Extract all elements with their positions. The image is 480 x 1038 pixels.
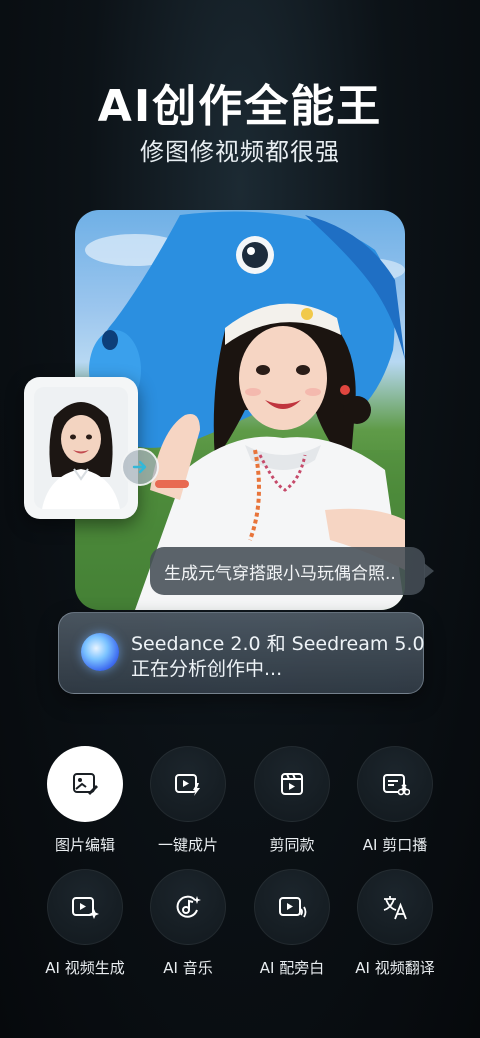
tool-template[interactable]: 剪同款 bbox=[240, 746, 344, 855]
tool-label: 一键成片 bbox=[157, 836, 218, 854]
music-icon[interactable] bbox=[150, 869, 226, 945]
tool-image-edit[interactable]: 图片编辑 bbox=[33, 746, 137, 855]
tool-label: AI 剪口播 bbox=[362, 836, 428, 854]
reference-portrait bbox=[34, 387, 128, 509]
status-progress-text: 正在分析创作中... bbox=[131, 658, 283, 680]
prompt-bubble: 生成元气穿搭跟小马玩偶合照.. bbox=[150, 547, 425, 595]
tool-ai-video-translate[interactable]: AI 视频翻译 bbox=[343, 869, 447, 978]
hero-subtitle: 修图修视频都很强 bbox=[140, 138, 340, 166]
prompt-text: 生成元气穿搭跟小马玩偶合照.. bbox=[164, 563, 396, 584]
generation-status-panel: Seedance 2.0 和 Seedream 5.0 正在分析创作中... bbox=[58, 612, 425, 694]
status-model-text: Seedance 2.0 和 Seedream 5.0 bbox=[131, 633, 425, 655]
image-edit-icon[interactable] bbox=[47, 746, 123, 822]
tool-label: AI 视频翻译 bbox=[355, 959, 435, 977]
video-flash-icon[interactable] bbox=[150, 746, 226, 822]
tool-ai-voiceover[interactable]: AI 配旁白 bbox=[240, 869, 344, 978]
reference-photo-card bbox=[24, 377, 138, 519]
translate-icon[interactable] bbox=[357, 869, 433, 945]
tool-ai-cut[interactable]: AI 剪口播 bbox=[343, 746, 447, 855]
tool-label: AI 音乐 bbox=[163, 959, 213, 977]
tool-one-click-video[interactable]: 一键成片 bbox=[136, 746, 240, 855]
ai-cut-icon[interactable] bbox=[357, 746, 433, 822]
clapperboard-icon[interactable] bbox=[254, 746, 330, 822]
tool-ai-video-gen[interactable]: AI 视频生成 bbox=[33, 869, 137, 978]
tool-label: 剪同款 bbox=[269, 836, 315, 854]
tool-label: 图片编辑 bbox=[54, 836, 115, 854]
tool-label: AI 视频生成 bbox=[45, 959, 125, 977]
tool-ai-music[interactable]: AI 音乐 bbox=[136, 869, 240, 978]
tool-label: AI 配旁白 bbox=[259, 959, 325, 977]
hero-title: AI创作全能王 bbox=[97, 81, 383, 132]
ai-orb-icon bbox=[81, 633, 119, 671]
bubble-tail bbox=[424, 563, 434, 579]
arrow-right-icon bbox=[121, 448, 159, 486]
video-sparkle-icon[interactable] bbox=[47, 869, 123, 945]
voiceover-icon[interactable] bbox=[254, 869, 330, 945]
